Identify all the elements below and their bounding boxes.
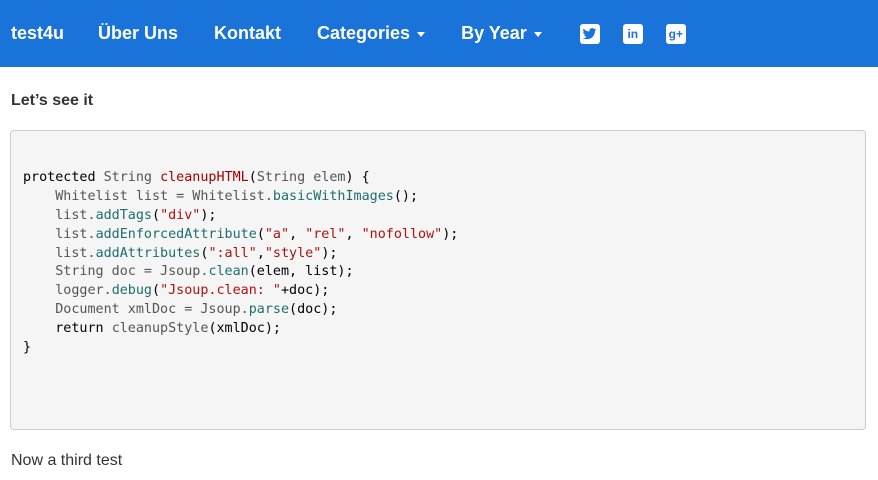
caret-down-icon [417, 32, 426, 37]
section-heading: Let’s see it [11, 92, 94, 109]
code-token: parse [248, 302, 290, 318]
code-token: ); [321, 245, 338, 261]
nav-categories-dropdown[interactable]: Categories [317, 23, 426, 44]
nav-kontakt[interactable]: Kontakt [214, 23, 281, 44]
code-token: , [289, 226, 306, 242]
code-token: ) { [345, 170, 370, 185]
code-token: basicWithImages [272, 188, 394, 204]
code-line: } [23, 339, 865, 358]
code-token: "nofollow" [361, 226, 443, 242]
twitter-icon[interactable] [579, 23, 600, 44]
code-token: debug [111, 283, 152, 299]
code-line: return cleanupStyle(xmlDoc); [23, 320, 865, 339]
nav-categories-label: Categories [317, 23, 411, 43]
code-line: Document xmlDoc = Jsoup.parse(doc); [23, 301, 865, 320]
code-token: cleanupHTML [160, 170, 249, 185]
nav-by-year-label: By Year [461, 23, 527, 43]
code-token: list. [23, 226, 96, 242]
code-token: list. [23, 207, 96, 223]
code-token: String elem [256, 170, 346, 185]
code-token: Whitelist list = Whitelist. [23, 188, 273, 204]
code-token: "div" [160, 207, 201, 223]
code-token: "a" [264, 226, 290, 242]
code-token: ); [442, 226, 459, 242]
code-token: , [256, 245, 265, 261]
code-line: logger.debug("Jsoup.clean: "+doc); [23, 282, 865, 301]
code-line: list.addAttributes(":all","style"); [23, 245, 865, 264]
code-line: protected String cleanupHTML(String elem… [23, 169, 865, 188]
code-token: "style" [264, 245, 322, 261]
code-token: Document xmlDoc = Jsoup. [23, 302, 249, 318]
code-token: (); [393, 188, 419, 204]
code-token: return [23, 321, 112, 337]
nav-by-year-dropdown[interactable]: By Year [461, 23, 542, 44]
top-navbar: test4u Über Uns Kontakt Categories By Ye… [0, 0, 878, 67]
code-token: "Jsoup.clean: " [160, 283, 281, 299]
code-token: ); [200, 207, 217, 223]
code-line: Whitelist list = Whitelist.basicWithImag… [23, 188, 865, 207]
code-token: addTags [95, 207, 152, 223]
code-token: ( [152, 207, 161, 223]
code-token: String [103, 170, 161, 185]
linkedin-icon[interactable]: in [622, 23, 643, 44]
code-token: protected [23, 170, 104, 185]
code-token: clean [208, 264, 249, 280]
code-token: } [23, 340, 32, 356]
code-token: ( [152, 283, 161, 299]
nav-uber-uns[interactable]: Über Uns [98, 23, 178, 44]
code-token: addAttributes [95, 245, 201, 261]
code-block: protected String cleanupHTML(String elem… [10, 130, 866, 430]
code-token: (elem, list); [248, 264, 354, 280]
code-line: list.addEnforcedAttribute("a", "rel", "n… [23, 226, 865, 245]
code-line: String doc = Jsoup.clean(elem, list); [23, 263, 865, 282]
code-token: addEnforcedAttribute [95, 226, 257, 242]
code-token: logger. [23, 283, 112, 299]
code-token: list. [23, 245, 96, 261]
next-section-heading: Now a third test [11, 452, 123, 469]
code-token: String doc = Jsoup. [23, 264, 209, 280]
code-token: ( [256, 226, 265, 242]
code-token: ":all" [208, 245, 257, 261]
code-token: ( [248, 170, 257, 185]
code-token: (xmlDoc); [208, 321, 281, 337]
caret-down-icon [533, 32, 542, 37]
code-token: cleanupStyle [111, 321, 209, 337]
brand-link[interactable]: test4u [11, 23, 64, 44]
code-token: (doc); [289, 302, 338, 318]
code-token: "rel" [305, 226, 346, 242]
code-line: list.addTags("div"); [23, 207, 865, 226]
code-token: +doc); [281, 283, 330, 299]
social-links: in g+ [579, 23, 686, 44]
google-plus-icon[interactable]: g+ [665, 23, 686, 44]
code-token: , [345, 226, 362, 242]
